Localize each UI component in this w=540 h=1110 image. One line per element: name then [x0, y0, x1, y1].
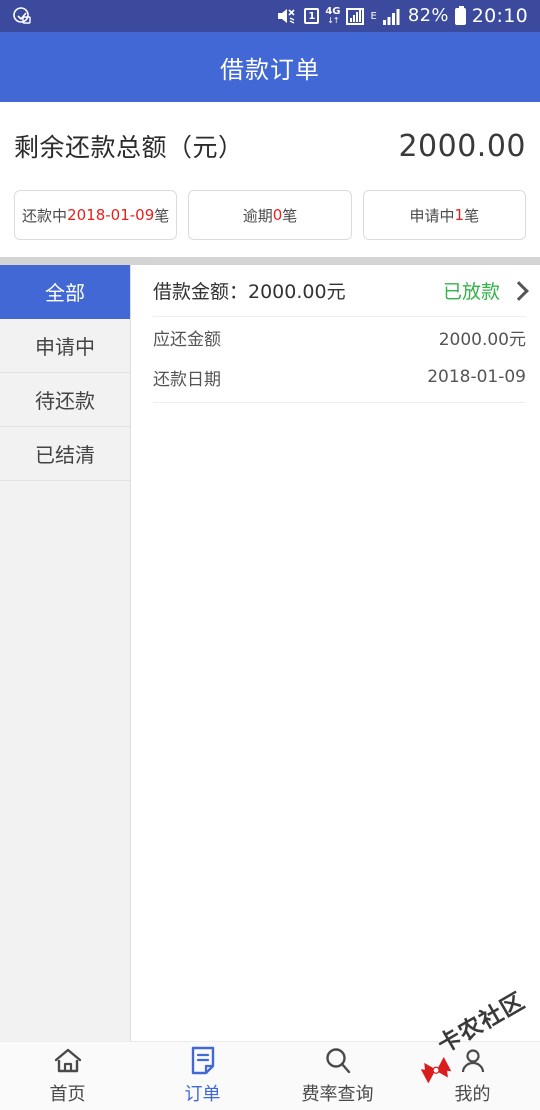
summary-total-row: 剩余还款总额（元） 2000.00: [14, 102, 526, 190]
user-icon: [459, 1046, 487, 1076]
4g-data-icon: 4G ↓↑: [325, 6, 341, 25]
battery-percent-label: 82%: [407, 5, 449, 26]
sidebar-item-pending-repay-label: 待还款: [35, 389, 95, 413]
order-card-footer-divider: [153, 397, 526, 403]
edge-network-icon: E: [370, 10, 377, 22]
chip-repaying-highlight: 2018-01-09: [67, 206, 155, 224]
bottom-tab-bar: 首页 订单 费率查询 我的: [0, 1041, 540, 1110]
chip-overdue[interactable]: 逾期 0 笔: [188, 190, 352, 240]
chip-repaying[interactable]: 还款中 2018-01-09 笔: [14, 190, 178, 240]
order-list: 借款金额：2000.00元 已放款 应还金额 2000.00元 还款日期 201…: [131, 265, 540, 1041]
summary-total-value: 2000.00: [398, 128, 526, 164]
order-amount-label: 借款金额：2000.00元: [153, 281, 346, 303]
order-status-group: 已放款: [442, 277, 529, 304]
section-divider: [0, 257, 540, 265]
search-icon: [323, 1046, 353, 1076]
status-bar-left: [12, 6, 32, 26]
sim-card-icon: 1: [304, 8, 320, 24]
chip-repaying-suffix: 笔: [154, 206, 170, 225]
document-icon: [189, 1046, 217, 1076]
signal-strength-icon: [346, 7, 365, 25]
sidebar-item-settled-label: 已结清: [35, 443, 95, 467]
page-title: 借款订单: [220, 55, 320, 84]
signal-bars-icon: [382, 8, 402, 25]
tab-orders[interactable]: 订单: [135, 1046, 270, 1106]
sidebar-item-all-label: 全部: [45, 281, 85, 305]
summary-chips: 还款中 2018-01-09 笔 逾期 0 笔 申请中 1 笔: [14, 190, 526, 240]
order-row-repay-date-key: 还款日期: [153, 369, 221, 390]
tab-rate-query-label: 费率查询: [301, 1084, 374, 1105]
sidebar-item-applying-label: 申请中: [35, 335, 95, 359]
sidebar-item-settled[interactable]: 已结清: [0, 427, 130, 481]
tab-mine[interactable]: 我的: [405, 1046, 540, 1106]
battery-icon: [454, 5, 466, 25]
page-header: 借款订单: [0, 32, 540, 102]
tab-mine-label: 我的: [454, 1084, 491, 1105]
order-card[interactable]: 借款金额：2000.00元 已放款 应还金额 2000.00元 还款日期 201…: [131, 265, 540, 403]
tab-home-label: 首页: [49, 1084, 86, 1105]
app-root: 1 4G ↓↑ E 82% 20:10 借款订单 剩余还款总额（元） 2000.…: [0, 0, 540, 1110]
chip-applying-highlight: 1: [454, 206, 465, 224]
status-bar-right: 1 4G ↓↑ E 82% 20:10: [276, 4, 528, 27]
order-row-due-amount-value: 2000.00元: [438, 329, 526, 350]
sidebar-item-all[interactable]: 全部: [0, 265, 130, 319]
chip-applying-prefix: 申请中: [409, 206, 455, 225]
tab-home[interactable]: 首页: [0, 1046, 135, 1106]
mute-icon: [276, 7, 298, 25]
chip-repaying-prefix: 还款中: [22, 206, 68, 225]
main-body: 全部 申请中 待还款 已结清 借款金额：2000.00元 已放款 应还金额 20…: [0, 265, 540, 1041]
chip-applying-suffix: 笔: [464, 206, 480, 225]
summary-section: 剩余还款总额（元） 2000.00 还款中 2018-01-09 笔 逾期 0 笔 申请…: [0, 102, 540, 257]
order-card-header[interactable]: 借款金额：2000.00元 已放款: [153, 265, 529, 317]
summary-total-label: 剩余还款总额（元）: [14, 133, 244, 162]
tab-orders-label: 订单: [184, 1084, 221, 1105]
sidebar-item-pending-repay[interactable]: 待还款: [0, 373, 130, 427]
order-row-due-amount: 应还金额 2000.00元: [153, 317, 526, 357]
status-bar: 1 4G ↓↑ E 82% 20:10: [0, 0, 540, 32]
category-sidebar: 全部 申请中 待还款 已结清: [0, 265, 131, 1041]
chip-overdue-suffix: 笔: [282, 206, 298, 225]
order-row-due-amount-key: 应还金额: [153, 329, 221, 350]
order-row-repay-date: 还款日期 2018-01-09: [153, 357, 526, 397]
chip-applying[interactable]: 申请中 1 笔: [362, 190, 526, 240]
chip-overdue-prefix: 逾期: [242, 206, 273, 225]
tab-rate-query[interactable]: 费率查询: [270, 1046, 405, 1106]
sidebar-item-applying[interactable]: 申请中: [0, 319, 130, 373]
chip-overdue-highlight: 0: [272, 206, 283, 224]
order-row-repay-date-value: 2018-01-09: [427, 367, 526, 387]
app-notification-icon: [12, 6, 32, 26]
status-badge: 已放款: [442, 281, 500, 303]
home-icon: [53, 1046, 83, 1076]
chevron-right-icon[interactable]: [509, 280, 529, 301]
clock-label: 20:10: [471, 4, 528, 27]
